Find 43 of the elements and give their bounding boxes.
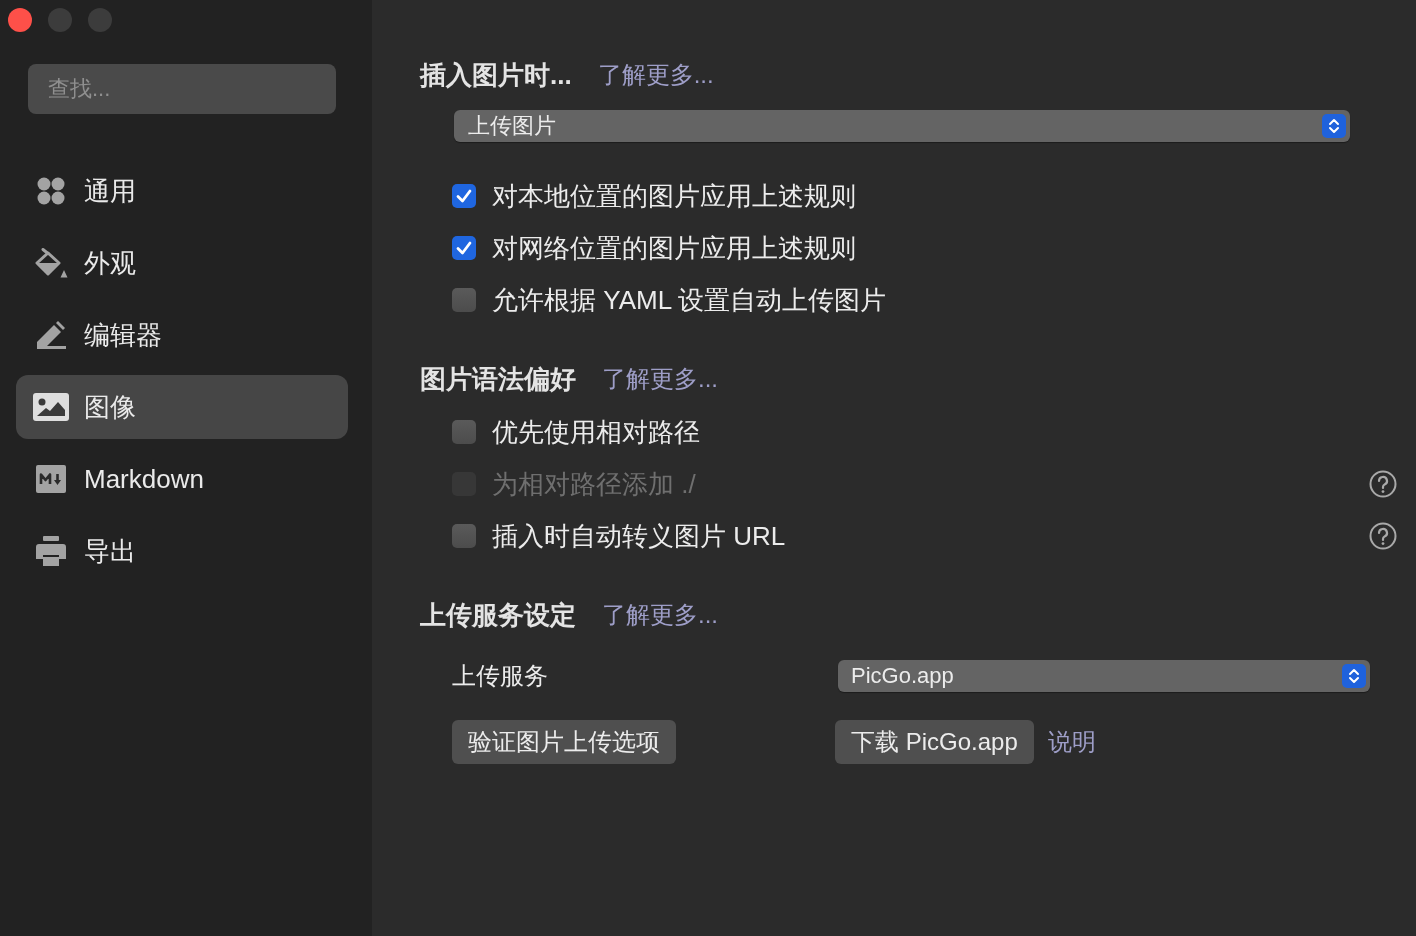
help-link[interactable]: 说明 [1047, 726, 1096, 758]
checkbox[interactable] [452, 524, 476, 548]
checkmark-icon [456, 189, 472, 203]
verify-button[interactable]: 验证图片上传选项 [452, 720, 676, 764]
checkbox-label: 插入时自动转义图片 URL [492, 519, 786, 553]
learn-more-link[interactable]: 了解更多... [602, 599, 718, 631]
chevron-up-down-icon [1342, 664, 1366, 688]
learn-more-link[interactable]: 了解更多... [597, 59, 714, 91]
paint-bucket-icon [34, 248, 68, 278]
checkbox[interactable] [452, 288, 476, 312]
checkmark-icon [456, 241, 472, 255]
checkbox-label: 允许根据 YAML 设置自动上传图片 [492, 283, 887, 317]
checkbox-label: 对本地位置的图片应用上述规则 [492, 179, 856, 213]
search-field[interactable]: 查找... [28, 64, 336, 114]
checkbox[interactable] [452, 236, 476, 260]
sidebar-item[interactable]: 通用 [16, 159, 348, 223]
section-title: 插入图片时... [420, 58, 572, 92]
checkbox-label: 优先使用相对路径 [492, 415, 700, 449]
sidebar-item[interactable]: 图像 [16, 375, 348, 439]
section-title: 图片语法偏好 [420, 362, 576, 396]
section-title: 上传服务设定 [420, 598, 576, 632]
sidebar-item[interactable]: 外观 [16, 231, 348, 295]
checkbox-label: 对网络位置的图片应用上述规则 [492, 231, 856, 265]
four-dots-icon [37, 177, 65, 205]
dropdown[interactable]: 上传图片 [454, 110, 1350, 142]
learn-more-link[interactable]: 了解更多... [602, 363, 718, 395]
help-icon[interactable] [1369, 522, 1397, 550]
sidebar-item[interactable]: 编辑器 [16, 303, 348, 367]
sidebar-item[interactable]: 导出 [16, 519, 348, 583]
close-button[interactable] [8, 8, 32, 32]
printer-icon [36, 536, 66, 566]
minimize-button[interactable] [48, 8, 72, 32]
checkbox-label: 为相对路径添加 ./ [492, 467, 696, 501]
field-label: 上传服务 [452, 661, 548, 691]
dropdown[interactable]: PicGo.app [838, 660, 1370, 692]
image-icon [33, 393, 69, 421]
pencil-icon [36, 321, 66, 349]
sidebar-item[interactable]: Markdown [16, 447, 348, 511]
checkbox[interactable] [452, 420, 476, 444]
chevron-up-down-icon [1322, 114, 1346, 138]
checkbox[interactable] [452, 184, 476, 208]
zoom-button[interactable] [88, 8, 112, 32]
download-button[interactable]: 下载 PicGo.app [835, 720, 1034, 764]
